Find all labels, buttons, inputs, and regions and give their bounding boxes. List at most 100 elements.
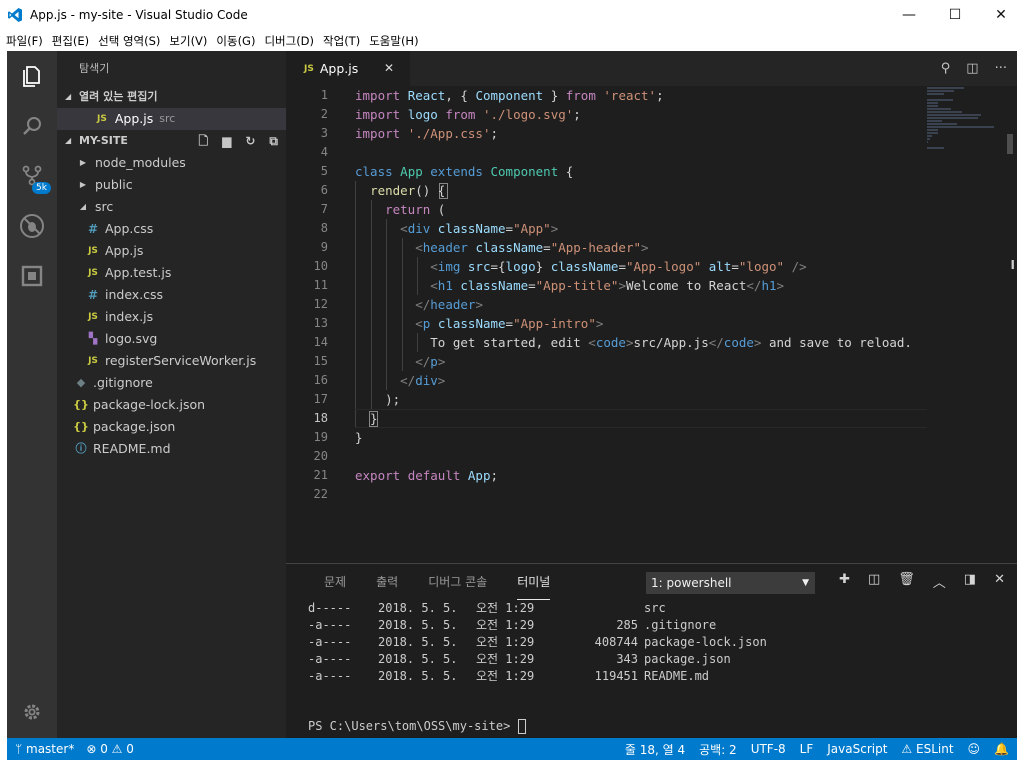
language-mode[interactable]: JavaScript (827, 742, 887, 756)
terminal-row: -a---- 2018. 5. 5. 오전 1:29 408744 package-lo… (308, 634, 1007, 651)
tree-item[interactable]: {} package-lock.json (57, 394, 286, 416)
menu-view[interactable]: 보기(V) (169, 33, 207, 49)
menu-selection[interactable]: 선택 영역(S) (98, 33, 160, 49)
code-token: < (400, 221, 408, 236)
menu-help[interactable]: 도움말(H) (369, 33, 418, 49)
js-file-icon: JS (88, 312, 98, 322)
tab-terminal[interactable]: 터미널 (517, 564, 551, 600)
line-number: 5 (320, 164, 328, 178)
refresh-icon[interactable]: ↻ (245, 130, 255, 152)
code-token: < (430, 278, 438, 293)
open-editor-item[interactable]: JS App.js src (57, 108, 286, 130)
trash-icon[interactable]: 🗑 (898, 572, 915, 591)
terminal-mode: -a---- (308, 652, 352, 666)
open-changes-icon[interactable]: ⚲ (941, 61, 951, 76)
tab-output[interactable]: 출력 (376, 564, 398, 600)
chevron-down-icon: ▼ (802, 578, 809, 588)
code-token: < (415, 316, 423, 331)
menu-go[interactable]: 이동(G) (216, 33, 255, 49)
code-token: To get started, edit (355, 335, 589, 350)
tree-item[interactable]: JS App.test.js (57, 262, 286, 284)
tree-item[interactable]: ◢ src (57, 196, 286, 218)
indentation[interactable]: 공백: 2 (699, 741, 737, 758)
menu-file[interactable]: 파일(F) (6, 33, 43, 49)
menu-tasks[interactable]: 작업(T) (323, 33, 360, 49)
tab-debug-console[interactable]: 디버그 콘솔 (428, 564, 487, 600)
minimize-button[interactable]: — (886, 0, 932, 30)
code-token: { (558, 164, 574, 179)
text-cursor-icon: Ⅰ (1010, 258, 1015, 272)
code-token: logo (505, 259, 536, 274)
source-control-activity[interactable]: 5k (7, 151, 57, 201)
close-panel-icon[interactable]: ✕ (994, 572, 1005, 591)
code-lines: import React, { Component } from 'react'… (355, 86, 927, 504)
debug-activity[interactable] (7, 201, 57, 251)
warning-icon: ⚠ (107, 742, 127, 756)
tree-item-label: .gitignore (93, 375, 153, 390)
problems-status[interactable]: ⊗ 0 ⚠ 0 (86, 742, 134, 756)
code-editor[interactable]: 1 2 3 4 5 6 7 8 9 10 11 12 13 14 15 16 17 18 19 20 21 22 impo… (286, 86, 1017, 563)
explorer-activity[interactable] (7, 51, 57, 101)
tree-item[interactable]: JS registerServiceWorker.js (57, 350, 286, 372)
open-editors-header[interactable]: ◢ 열려 있는 편집기 (57, 86, 286, 108)
bell-icon[interactable]: 🔔 (994, 742, 1009, 756)
tab-app-js[interactable]: JS App.js ✕ (286, 51, 410, 86)
scrollbar-slider[interactable] (1007, 134, 1013, 154)
search-activity[interactable] (7, 101, 57, 151)
tab-problems[interactable]: 문제 (324, 564, 346, 600)
encoding[interactable]: UTF-8 (751, 742, 786, 756)
cursor-position[interactable]: 줄 18, 열 4 (625, 741, 685, 758)
code-token: default (407, 468, 461, 483)
new-terminal-icon[interactable]: ✚ (839, 572, 850, 591)
code-line: import './App.css'; (355, 124, 927, 143)
more-actions-icon[interactable]: ··· (995, 61, 1007, 76)
tree-item[interactable]: ▶ node_modules (57, 152, 286, 174)
extensions-activity[interactable] (7, 251, 57, 301)
code-token: Component (475, 88, 544, 103)
tree-item[interactable]: ⓘ README.md (57, 438, 286, 460)
smiley-icon[interactable]: ☺ (968, 742, 981, 756)
svg-file-icon: ▚ (88, 332, 98, 345)
code-token: className (550, 259, 619, 274)
code-token: React (407, 88, 446, 103)
collapse-all-icon[interactable]: ⧉ (269, 130, 278, 152)
terminal-select[interactable]: 1: powershell ▼ (646, 572, 815, 594)
chevron-up-icon[interactable]: ︿ (933, 572, 946, 591)
tree-item[interactable]: # index.css (57, 284, 286, 306)
tree-item-label: index.css (105, 287, 164, 302)
tree-item[interactable]: # App.css (57, 218, 286, 240)
code-token: from (445, 107, 476, 122)
close-tab-icon[interactable]: ✕ (384, 61, 394, 75)
eslint-status[interactable]: ⚠ ESLint (901, 742, 953, 756)
activity-bar: 5k (7, 51, 57, 738)
terminal-output[interactable]: d----- 2018. 5. 5. 오전 1:29 src -a---- 2018. 5… (308, 600, 1007, 738)
minimap-line (927, 99, 954, 101)
settings-activity[interactable] (7, 694, 57, 730)
tree-item[interactable]: ▚ logo.svg (57, 328, 286, 350)
line-ending[interactable]: LF (800, 742, 814, 756)
split-terminal-icon[interactable]: ◫ (868, 572, 880, 591)
maximize-panel-icon[interactable]: ◨ (964, 572, 976, 591)
tree-item[interactable]: JS App.js (57, 240, 286, 262)
terminal-size: 343 (616, 652, 638, 666)
maximize-button[interactable]: ☐ (932, 0, 978, 30)
tree-item[interactable]: ▶ public (57, 174, 286, 196)
folder-header[interactable]: ◢ MY-SITE 🗋 ▆ ↻ ⧉ (57, 130, 286, 152)
new-folder-icon[interactable]: ▆ (222, 130, 231, 152)
menu-debug[interactable]: 디버그(D) (264, 33, 314, 49)
tree-item[interactable]: {} package.json (57, 416, 286, 438)
close-button[interactable]: ✕ (978, 0, 1024, 30)
minimap[interactable] (927, 86, 1003, 186)
split-editor-icon[interactable]: ◫ (966, 61, 978, 76)
new-file-icon[interactable]: 🗋 (198, 130, 208, 152)
tree-item[interactable]: JS index.js (57, 306, 286, 328)
tree-item[interactable]: ◆ .gitignore (57, 372, 286, 394)
branch-status[interactable]: ᛘ master* (15, 742, 74, 756)
terminal-name: package.json (644, 652, 731, 666)
code-token: header (422, 240, 468, 255)
menu-edit[interactable]: 편집(E) (52, 33, 89, 49)
